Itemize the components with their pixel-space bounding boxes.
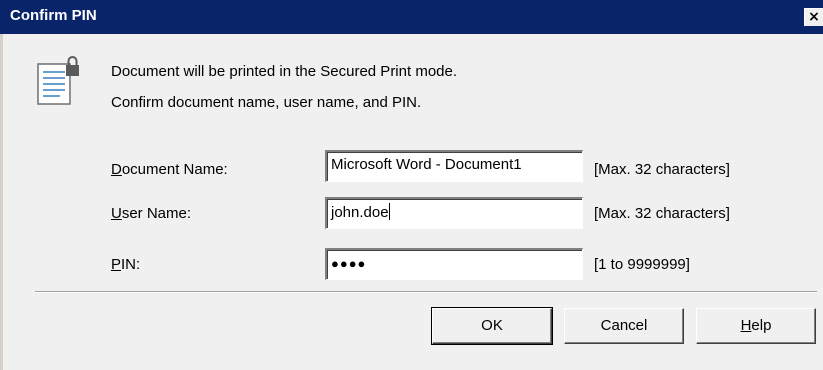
separator — [35, 291, 817, 293]
text-caret — [388, 203, 390, 220]
pin-label: PIN: — [111, 256, 141, 273]
close-button[interactable]: × — [804, 8, 823, 26]
help-button[interactable]: Help — [696, 308, 816, 344]
close-icon: × — [808, 9, 820, 25]
document-name-label: Document Name: — [111, 161, 228, 178]
document-lock-icon — [37, 56, 79, 105]
cancel-button[interactable]: Cancel — [564, 308, 684, 344]
ok-button[interactable]: OK — [431, 307, 553, 345]
document-name-input[interactable]: Microsoft Word - Document1 — [325, 150, 583, 182]
user-name-value: john.doe — [331, 204, 389, 221]
message-line-2: Confirm document name, user name, and PI… — [111, 94, 422, 111]
user-name-label: User Name: — [111, 205, 192, 222]
title-bar: Confirm PIN × — [0, 0, 823, 34]
user-name-input[interactable]: john.doe — [325, 197, 583, 229]
pin-hint: [1 to 9999999] — [594, 256, 690, 273]
user-name-hint: [Max. 32 characters] — [594, 205, 730, 222]
window-title: Confirm PIN — [10, 7, 97, 24]
pin-input[interactable]: ●●●● — [325, 248, 583, 280]
message-line-1: Document will be printed in the Secured … — [111, 63, 458, 80]
document-name-hint: [Max. 32 characters] — [594, 161, 730, 178]
pin-masked-value: ●●●● — [331, 256, 367, 271]
document-name-value: Microsoft Word - Document1 — [331, 156, 522, 173]
window-border — [0, 34, 3, 370]
